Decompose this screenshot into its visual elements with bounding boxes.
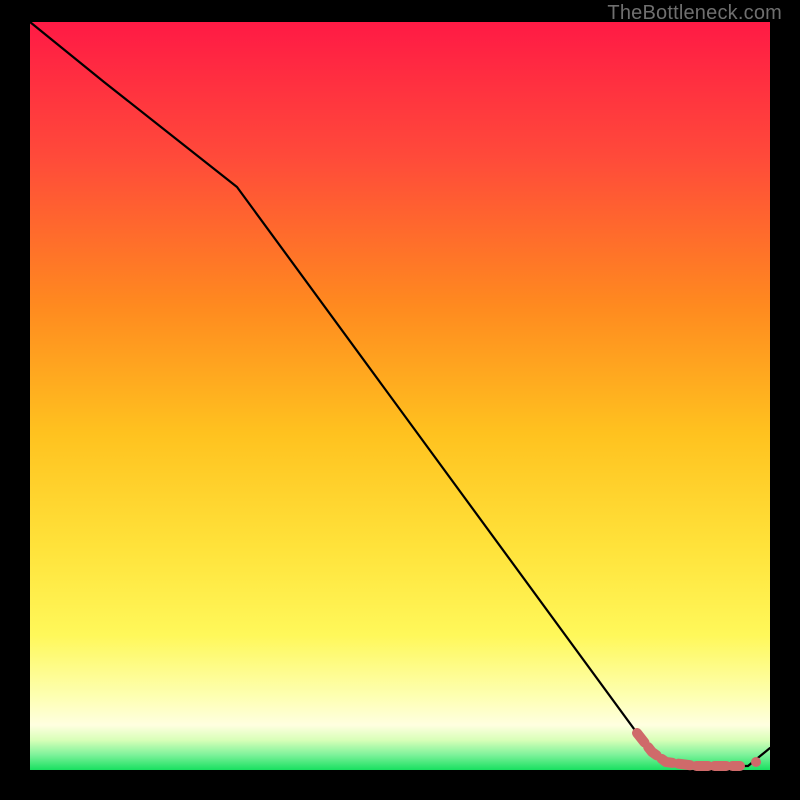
bottleneck-chart: [0, 0, 800, 800]
highlight-end-marker: [751, 757, 761, 767]
watermark-text: TheBottleneck.com: [607, 2, 782, 25]
plot-area: [30, 22, 770, 770]
chart-container: TheBottleneck.com: [0, 0, 800, 800]
